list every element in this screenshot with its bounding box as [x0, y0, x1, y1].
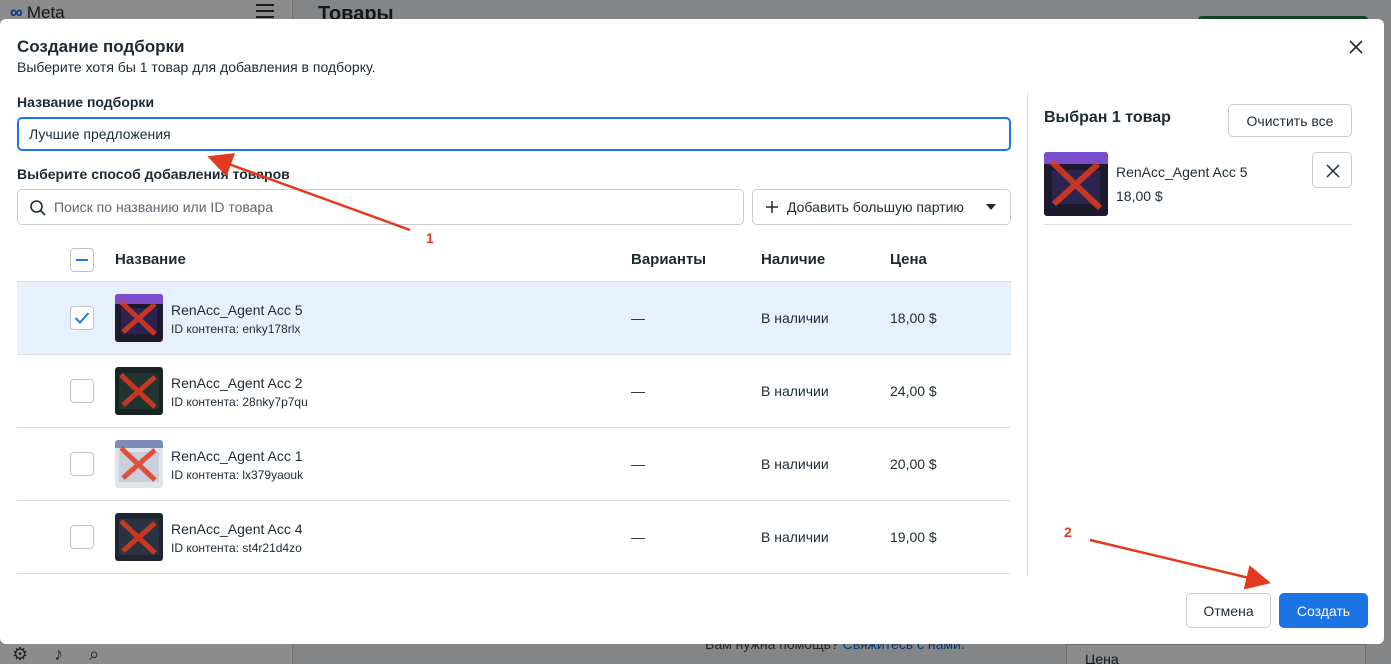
panel-divider	[1027, 93, 1028, 576]
select-all-checkbox[interactable]	[70, 248, 94, 272]
create-button[interactable]: Создать	[1279, 593, 1368, 628]
product-id: ID контента: lx379yaouk	[171, 468, 304, 482]
product-price: 24,00 $	[890, 383, 937, 399]
selected-count-title: Выбран 1 товар	[1044, 109, 1171, 126]
product-name: RenAcc_Agent Acc 4	[171, 521, 303, 537]
annotation-label-2: 2	[1064, 524, 1072, 540]
row-checkbox[interactable]	[70, 379, 94, 403]
product-thumbnail	[115, 513, 163, 561]
selected-item-price: 18,00 $	[1116, 188, 1163, 204]
row-checkbox[interactable]	[70, 525, 94, 549]
product-price: 19,00 $	[890, 529, 937, 545]
product-id: ID контента: enky178rlx	[171, 322, 301, 336]
add-method-label: Выберите способ добавления товаров	[17, 166, 290, 182]
header-name: Название	[115, 251, 186, 268]
dialog-title: Создание подборки	[17, 37, 185, 56]
product-price: 18,00 $	[890, 310, 937, 326]
header-availability: Наличие	[761, 251, 826, 268]
product-variants: —	[631, 310, 645, 326]
table-row[interactable]: RenAcc_Agent Acc 5 ID контента: enky178r…	[17, 282, 1011, 355]
product-thumbnail	[115, 367, 163, 415]
product-thumbnail	[115, 294, 163, 342]
plus-icon	[766, 201, 778, 213]
product-name: RenAcc_Agent Acc 2	[171, 375, 303, 391]
product-search[interactable]	[17, 189, 744, 225]
search-input[interactable]	[54, 190, 734, 224]
create-collection-dialog: Создание подборки Выберите хотя бы 1 тов…	[0, 19, 1384, 644]
product-availability: В наличии	[761, 383, 829, 399]
row-checkbox[interactable]	[70, 306, 94, 330]
table-row[interactable]: RenAcc_Agent Acc 2 ID контента: 28nky7p7…	[17, 355, 1011, 428]
clear-all-button[interactable]: Очистить все	[1228, 104, 1352, 137]
product-variants: —	[631, 383, 645, 399]
product-availability: В наличии	[761, 310, 829, 326]
remove-item-button[interactable]	[1312, 152, 1352, 188]
add-bulk-label: Добавить большую партию	[787, 199, 964, 215]
header-variants: Варианты	[631, 251, 707, 268]
product-variants: —	[631, 529, 645, 545]
close-icon	[1326, 164, 1340, 178]
product-availability: В наличии	[761, 529, 829, 545]
selected-item-thumbnail	[1044, 152, 1108, 216]
product-id: ID контента: st4r21d4zo	[171, 541, 302, 555]
product-id: ID контента: 28nky7p7qu	[171, 395, 308, 409]
product-availability: В наличии	[761, 456, 829, 472]
caret-down-icon	[986, 204, 996, 210]
cancel-button[interactable]: Отмена	[1186, 593, 1271, 628]
selected-item-name: RenAcc_Agent Acc 5	[1116, 164, 1248, 180]
header-price: Цена	[890, 251, 927, 268]
collection-name-label: Название подборки	[17, 94, 155, 110]
close-icon[interactable]	[1346, 37, 1366, 57]
product-thumbnail	[115, 440, 163, 488]
annotation-label-1: 1	[426, 230, 434, 246]
table-row[interactable]: RenAcc_Agent Acc 4 ID контента: st4r21d4…	[17, 501, 1011, 574]
product-price: 20,00 $	[890, 456, 937, 472]
table-header: Название Варианты Наличие Цена	[17, 239, 1011, 282]
collection-name-input[interactable]	[17, 117, 1011, 151]
row-checkbox[interactable]	[70, 452, 94, 476]
product-name: RenAcc_Agent Acc 5	[171, 302, 303, 318]
search-icon	[30, 200, 46, 216]
selected-item: RenAcc_Agent Acc 5 18,00 $	[1044, 150, 1352, 225]
table-row[interactable]: RenAcc_Agent Acc 1 ID контента: lx379yao…	[17, 428, 1011, 501]
product-variants: —	[631, 456, 645, 472]
add-bulk-button[interactable]: Добавить большую партию	[752, 189, 1011, 225]
product-name: RenAcc_Agent Acc 1	[171, 448, 303, 464]
dialog-subtitle: Выберите хотя бы 1 товар для добавления …	[17, 59, 376, 75]
